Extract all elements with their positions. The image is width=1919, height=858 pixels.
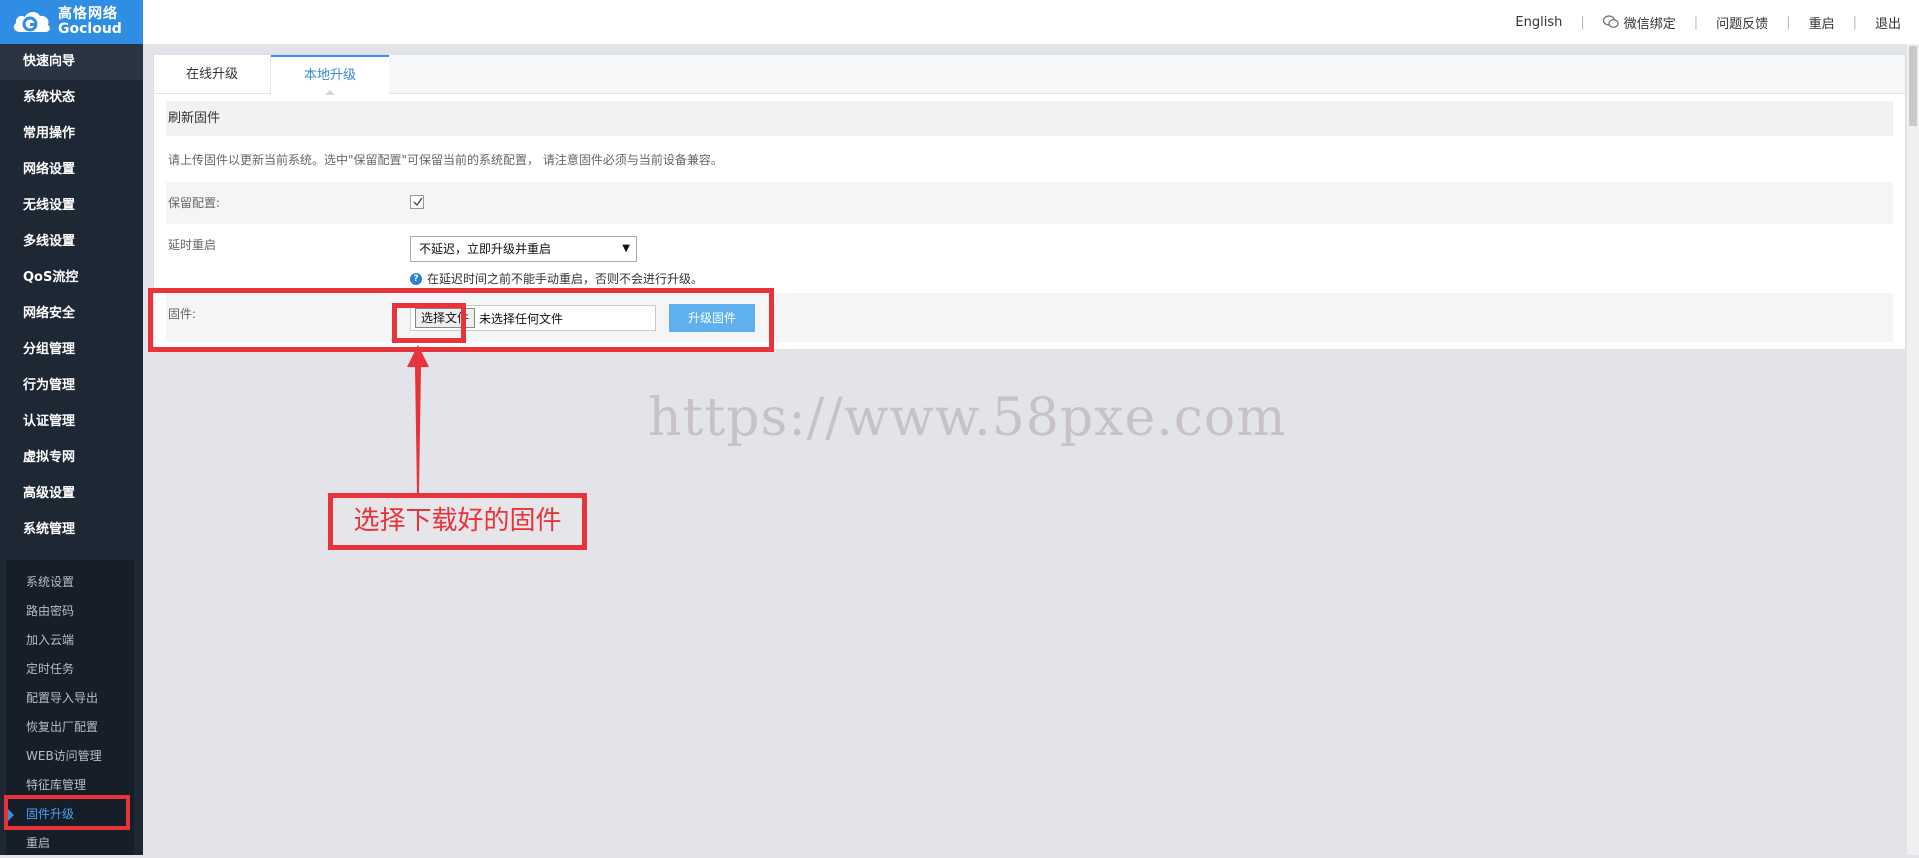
nav-item-behavior[interactable]: 行为管理 xyxy=(0,368,143,404)
nav-item-security[interactable]: 网络安全 xyxy=(0,296,143,332)
keep-config-label: 保留配置: xyxy=(168,196,221,210)
keep-config-checkbox[interactable] xyxy=(410,195,424,209)
logo-text: 高恪网络 Gocloud xyxy=(58,7,122,37)
dropdown-arrow-icon: ▼ xyxy=(622,243,630,254)
help-icon: ? xyxy=(410,272,422,285)
section-title: 刷新固件 xyxy=(166,101,1893,136)
nav-item-qos[interactable]: QoS流控 xyxy=(0,260,143,296)
logout-link[interactable]: 退出 xyxy=(1875,13,1901,32)
page-scrollbar[interactable] xyxy=(1907,44,1919,855)
watermark: https://www.58pxe.com xyxy=(648,388,1287,448)
nav-item-multiline[interactable]: 多线设置 xyxy=(0,224,143,260)
delay-reboot-value: 不延迟，立即升级并重启 xyxy=(419,242,552,256)
nav-item-system-status[interactable]: 系统状态 xyxy=(0,80,143,116)
tab-local-upgrade[interactable]: 本地升级 xyxy=(271,55,389,95)
nav-item-quick-guide[interactable]: 快速向导 xyxy=(0,44,143,80)
feedback-link[interactable]: 问题反馈 xyxy=(1716,13,1768,32)
wechat-icon xyxy=(1602,15,1619,28)
subnav-item-factory-reset[interactable]: 恢复出厂配置 xyxy=(6,713,134,742)
annotation-highlight-choose-file xyxy=(392,303,466,343)
header-separator: | xyxy=(1852,14,1857,30)
scrollbar-thumb[interactable] xyxy=(1909,46,1917,126)
header-links: English | 微信绑定 | 问题反馈 | 重启 | 退出 xyxy=(1515,0,1901,44)
subnav-item-web-access[interactable]: WEB访问管理 xyxy=(6,742,134,771)
subnav-item-scheduled-tasks[interactable]: 定时任务 xyxy=(6,655,134,684)
logo-cn: 高恪网络 xyxy=(58,6,118,22)
reboot-link[interactable]: 重启 xyxy=(1809,13,1835,32)
section-description: 请上传固件以更新当前系统。选中"保留配置"可保留当前的系统配置， 请注意固件必须… xyxy=(168,153,723,167)
main-nav: 快速向导 系统状态 常用操作 网络设置 无线设置 多线设置 QoS流控 网络安全… xyxy=(0,44,143,548)
delay-reboot-hint: ? 在延迟时间之前不能手动重启，否则不会进行升级。 xyxy=(410,270,703,287)
header-separator: | xyxy=(1580,14,1585,30)
subnav-item-config-import-export[interactable]: 配置导入导出 xyxy=(6,684,134,713)
nav-item-vpn[interactable]: 虚拟专网 xyxy=(0,440,143,476)
delay-reboot-label: 延时重启 xyxy=(168,238,217,252)
subnav-item-router-password[interactable]: 路由密码 xyxy=(6,597,134,626)
delay-hint-text: 在延迟时间之前不能手动重启，否则不会进行升级。 xyxy=(427,272,704,286)
delay-reboot-row: 延时重启 不延迟，立即升级并重启 ▼ ? 在延迟时间之前不能手动重启，否则不会进… xyxy=(166,224,1893,293)
logo-en: Gocloud xyxy=(58,21,122,37)
wechat-bind-link[interactable]: 微信绑定 xyxy=(1602,13,1676,32)
cloud-logo-icon xyxy=(13,11,50,33)
upgrade-tabs: 在线升级 本地升级 xyxy=(154,55,1905,95)
header-separator: | xyxy=(1786,14,1791,30)
nav-item-groups[interactable]: 分组管理 xyxy=(0,332,143,368)
nav-item-system-mgmt[interactable]: 系统管理 xyxy=(0,512,143,548)
logo[interactable]: 高恪网络 Gocloud xyxy=(0,0,143,44)
nav-item-network[interactable]: 网络设置 xyxy=(0,152,143,188)
nav-item-common-ops[interactable]: 常用操作 xyxy=(0,116,143,152)
header-separator: | xyxy=(1693,14,1699,30)
subnav-item-join-cloud[interactable]: 加入云端 xyxy=(6,626,134,655)
english-link[interactable]: English xyxy=(1515,15,1562,30)
wechat-bind-label: 微信绑定 xyxy=(1623,16,1676,32)
nav-item-wireless[interactable]: 无线设置 xyxy=(0,188,143,224)
sidebar: 高恪网络 Gocloud 快速向导 系统状态 常用操作 网络设置 无线设置 多线… xyxy=(0,0,143,855)
subnav-item-system-settings[interactable]: 系统设置 xyxy=(6,568,134,597)
delay-reboot-select[interactable]: 不延迟，立即升级并重启 ▼ xyxy=(410,236,637,262)
annotation-highlight-firmware-nav xyxy=(4,795,130,830)
subnav-item-reboot[interactable]: 重启 xyxy=(6,829,134,858)
top-header: English | 微信绑定 | 问题反馈 | 重启 | 退出 xyxy=(143,0,1919,45)
annotation-label: 选择下载好的固件 xyxy=(328,493,587,550)
tab-online-upgrade[interactable]: 在线升级 xyxy=(154,55,271,93)
annotation-arrow-icon xyxy=(407,345,429,493)
nav-item-auth[interactable]: 认证管理 xyxy=(0,404,143,440)
nav-item-advanced[interactable]: 高级设置 xyxy=(0,476,143,512)
checkmark-icon xyxy=(413,197,423,207)
keep-config-row: 保留配置: xyxy=(166,182,1893,224)
